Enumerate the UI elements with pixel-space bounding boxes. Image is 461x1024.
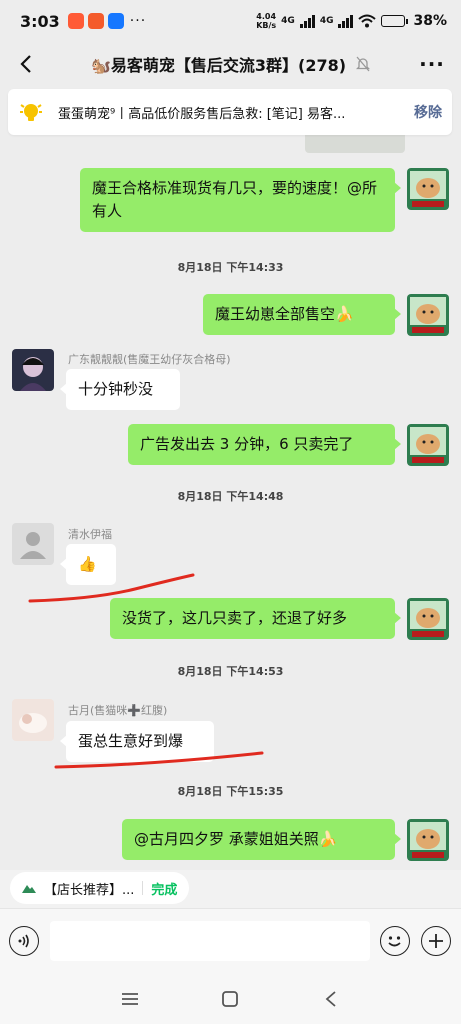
member-avatar[interactable]	[12, 349, 54, 391]
message-text: 魔王幼崽全部售空🍌	[215, 305, 354, 323]
message-list[interactable]: 魔王合格标准现货有几只，要的速度！@所有人 8月18日 下午14:33 魔王幼崽…	[0, 135, 461, 870]
back-button[interactable]	[12, 50, 40, 78]
message-text: 没货了，这几只卖了，还退了好多	[122, 609, 348, 627]
message-input[interactable]	[50, 921, 370, 961]
hamster-avatar-image	[407, 424, 449, 466]
message-text: 十分钟秒没	[78, 380, 154, 398]
hamster-avatar-image	[407, 294, 449, 336]
image-message-partial[interactable]	[305, 135, 405, 153]
message-bubble[interactable]: 广告发出去 3 分钟，6 只卖完了	[128, 424, 401, 465]
back-nav-icon	[325, 991, 336, 1007]
message-text: 魔王合格标准现货有几只，要的速度！@所有人	[92, 179, 378, 220]
notification-app-icon	[67, 13, 84, 29]
anime-avatar-image	[12, 349, 54, 391]
voice-button[interactable]	[9, 926, 39, 956]
recommend-label: 【店长推荐】...	[44, 882, 135, 898]
home-nav-button[interactable]	[217, 986, 243, 1012]
my-avatar[interactable]	[407, 168, 449, 210]
home-nav-icon	[222, 991, 238, 1007]
input-bar	[0, 908, 461, 974]
voice-icon	[18, 934, 29, 948]
back-arrow-icon	[20, 55, 31, 73]
red-annotation-stroke	[28, 573, 195, 603]
network-type-1: 4G	[281, 16, 295, 26]
more-functions-button[interactable]	[421, 926, 451, 956]
done-button[interactable]: 完成	[151, 879, 177, 898]
mountain-icon	[22, 885, 36, 893]
sender-name: 古月(售猫咪➕红腹)	[68, 704, 168, 717]
sender-name: 广东靓靓靓(售魔王幼仔灰合格母)	[68, 353, 231, 366]
system-nav-bar	[0, 974, 461, 1024]
mute-bell-icon	[356, 56, 371, 72]
message-bubble[interactable]: @古月四夕罗 承蒙姐姐关照🍌	[122, 819, 401, 860]
network-speed: 4.04 KB/s	[256, 12, 277, 30]
sender-name: 清水伊福	[68, 528, 112, 541]
my-avatar[interactable]	[407, 424, 449, 466]
emoji-icon	[388, 936, 401, 947]
pinned-notice[interactable]: 蛋蛋萌宠⁹丨高品低价服务售后急救: [笔记] 易客... 移除	[8, 89, 452, 135]
status-bar: 3:03 ··· 4.04 KB/s 4G 4G 38%	[0, 0, 461, 42]
message-bubble[interactable]: 魔王幼崽全部售空🍌	[203, 294, 401, 335]
pet-photo-avatar-image	[12, 699, 54, 741]
timestamp: 8月18日 下午14:53	[177, 665, 284, 678]
emoji-button[interactable]	[380, 926, 410, 956]
message-text: 广告发出去 3 分钟，6 只卖完了	[140, 435, 354, 453]
chat-title: 🐿️易客萌宠【售后交流3群】(278)	[90, 56, 347, 75]
hamster-avatar-image	[407, 598, 449, 640]
wifi-icon	[358, 14, 377, 28]
more-button[interactable]: ···	[417, 50, 447, 78]
my-avatar[interactable]	[407, 294, 449, 336]
signal-icon	[299, 14, 315, 28]
timestamp: 8月18日 下午14:33	[177, 261, 284, 274]
network-type-2: 4G	[319, 16, 334, 26]
signal-icon	[338, 14, 354, 28]
more-icon: ···	[419, 52, 445, 76]
lightbulb-icon	[20, 104, 42, 121]
more-notifications-icon: ···	[129, 13, 147, 29]
plus-icon	[429, 934, 443, 948]
timestamp: 8月18日 下午15:35	[177, 785, 284, 798]
battery-percent: 38%	[413, 13, 447, 29]
back-nav-button[interactable]	[318, 986, 344, 1012]
menu-nav-icon	[122, 993, 138, 1005]
hamster-avatar-image	[407, 168, 449, 210]
default-avatar-image	[12, 523, 54, 565]
timestamp: 8月18日 下午14:48	[177, 490, 284, 503]
menu-nav-button[interactable]	[117, 986, 143, 1012]
red-annotation-stroke	[54, 751, 264, 769]
quick-reply-bar: 【店长推荐】... 完成	[0, 870, 461, 908]
chat-header: 🐿️易客萌宠【售后交流3群】(278) ···	[0, 42, 461, 86]
my-avatar[interactable]	[407, 819, 449, 861]
my-avatar[interactable]	[407, 598, 449, 640]
member-avatar[interactable]	[12, 523, 54, 565]
message-bubble[interactable]: 魔王合格标准现货有几只，要的速度！@所有人	[80, 168, 401, 232]
alipay-notification-icon	[107, 13, 124, 29]
pinned-text: 蛋蛋萌宠⁹丨高品低价服务售后急救: [笔记] 易客...	[58, 106, 346, 122]
message-bubble[interactable]: 十分钟秒没	[60, 369, 180, 410]
quote-chip[interactable]: 【店长推荐】... 完成	[10, 872, 190, 904]
notification-app-icon	[87, 13, 104, 29]
message-text: @古月四夕罗 承蒙姐姐关照🍌	[134, 830, 338, 848]
hamster-avatar-image	[407, 819, 449, 861]
remove-pin-button[interactable]: 移除	[414, 102, 442, 122]
member-avatar[interactable]	[12, 699, 54, 741]
status-time: 3:03	[20, 11, 60, 31]
battery-icon	[381, 15, 409, 27]
